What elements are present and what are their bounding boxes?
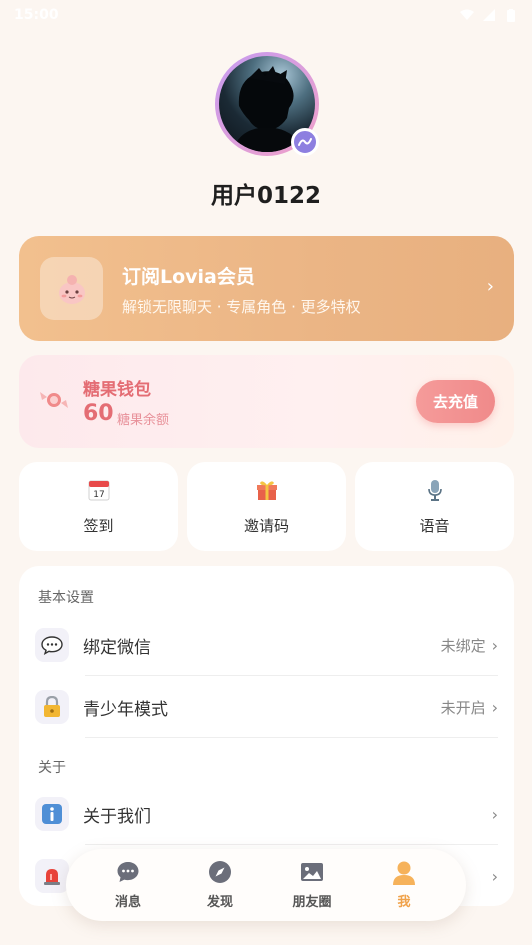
wallet-title: 糖果钱包: [83, 380, 151, 400]
chevron-right-icon: ›: [491, 635, 498, 655]
nav-item-messages[interactable]: 消息: [88, 859, 168, 910]
settings-row-bind-wechat[interactable]: 绑定微信 未绑定 ›: [35, 615, 498, 675]
recharge-button[interactable]: 去充值: [416, 380, 495, 423]
quick-action-label: 语音: [419, 517, 450, 535]
info-icon: [35, 797, 69, 831]
candy-icon: [40, 392, 68, 408]
microphone-icon: [422, 477, 448, 503]
quick-action-label: 邀请码: [243, 517, 289, 535]
nav-item-moments[interactable]: 朋友圈: [272, 859, 352, 910]
status-bar: 15:00: [0, 0, 532, 30]
gift-icon: [254, 477, 280, 503]
wechat-icon: [35, 628, 69, 662]
chevron-right-icon: ›: [486, 276, 494, 297]
siren-icon: [35, 859, 69, 893]
quick-action-label: 签到: [83, 517, 114, 535]
bottom-nav: 消息 发现 朋友圈 我: [66, 849, 466, 921]
candy-balance: 60: [83, 401, 114, 426]
divider: [85, 844, 498, 845]
username: 用户0122: [210, 183, 321, 209]
row-label: 关于我们: [83, 806, 151, 827]
battery-icon: [504, 8, 518, 22]
row-label: 绑定微信: [83, 637, 151, 658]
settings-row-teen-mode[interactable]: 青少年模式 未开启 ›: [35, 677, 498, 737]
nav-label: 朋友圈: [292, 895, 332, 910]
edit-avatar-badge[interactable]: [291, 128, 319, 156]
chevron-right-icon: ›: [491, 866, 498, 886]
nav-label: 我: [397, 895, 411, 910]
quick-action-invite[interactable]: 邀请码: [187, 462, 346, 551]
vip-title: 订阅Lovia会员: [122, 266, 255, 288]
row-value: 未绑定: [440, 636, 486, 655]
calendar-icon: 17: [86, 477, 112, 503]
section-title-about: 关于: [38, 760, 66, 776]
row-label: 青少年模式: [83, 699, 168, 720]
nav-item-discover[interactable]: 发现: [180, 859, 260, 910]
nav-label: 发现: [206, 895, 233, 910]
candy-wallet-card[interactable]: 糖果钱包 60 糖果余额 去充值: [19, 355, 514, 448]
section-title-basic: 基本设置: [38, 590, 94, 606]
person-icon: [391, 859, 417, 885]
avatar[interactable]: [215, 52, 319, 156]
vip-subtitle: 解锁无限聊天 · 专属角色 · 更多特权: [122, 298, 361, 316]
quick-action-checkin[interactable]: 17 签到: [19, 462, 178, 551]
row-value: 未开启: [440, 698, 486, 717]
badge-icon: [298, 138, 312, 146]
quick-action-voice[interactable]: 语音: [355, 462, 514, 551]
image-icon: [299, 859, 325, 885]
vip-subscribe-card[interactable]: 订阅Lovia会员 解锁无限聊天 · 专属角色 · 更多特权 ›: [19, 236, 514, 341]
divider: [85, 737, 498, 738]
lock-icon: [35, 690, 69, 724]
nav-label: 消息: [114, 895, 141, 910]
mascot-icon: [40, 257, 103, 320]
signal-icon: [482, 8, 496, 22]
svg-text:17: 17: [93, 490, 104, 500]
candy-balance-label: 糖果余额: [117, 413, 170, 428]
status-icons: [460, 8, 518, 22]
status-time: 15:00: [14, 7, 59, 23]
compass-icon: [207, 859, 233, 885]
chevron-right-icon: ›: [491, 697, 498, 717]
divider: [85, 675, 498, 676]
nav-item-me[interactable]: 我: [364, 859, 444, 910]
chat-icon: [115, 859, 141, 885]
chevron-right-icon: ›: [491, 804, 498, 824]
settings-row-about-us[interactable]: 关于我们 ›: [35, 784, 498, 844]
wifi-icon: [460, 8, 474, 22]
